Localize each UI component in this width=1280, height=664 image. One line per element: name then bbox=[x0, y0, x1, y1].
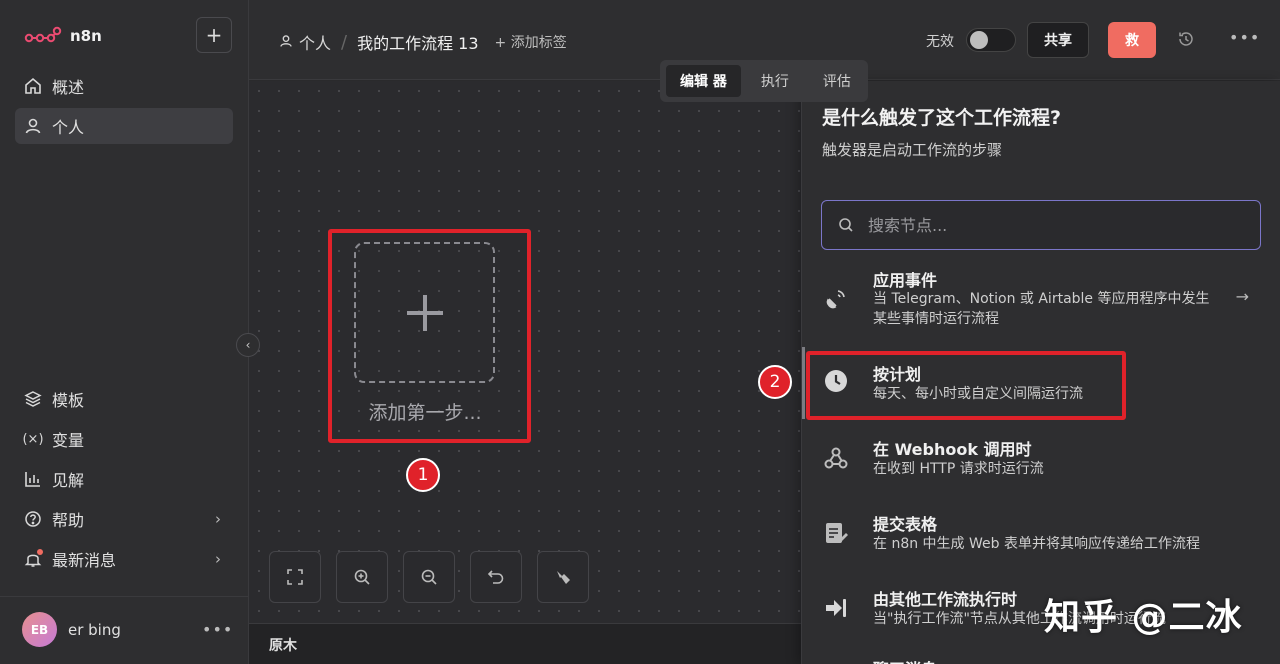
webhook-icon bbox=[822, 444, 850, 472]
tab-executions[interactable]: 执行 bbox=[747, 65, 803, 97]
user-icon bbox=[279, 33, 293, 52]
trigger-item-app-event[interactable]: 应用事件 当 Telegram、Notion 或 Airtable 等应用程序中… bbox=[802, 261, 1280, 333]
breadcrumb-project[interactable]: 个人 bbox=[299, 30, 331, 54]
trigger-item-webhook[interactable]: 在 Webhook 调用时 在收到 HTTP 请求时运行流 bbox=[802, 426, 1280, 486]
sidebar: n8n + 概述 个人 模板 (×) 变量 见解 帮助 › 最新消息 › EB … bbox=[0, 0, 249, 664]
user-icon bbox=[23, 116, 43, 136]
plus-icon: + bbox=[205, 23, 223, 47]
help-icon bbox=[23, 509, 43, 529]
sidebar-item-label: 最新消息 bbox=[52, 551, 117, 570]
app-name: n8n bbox=[70, 27, 102, 45]
sidebar-item-label: 见解 bbox=[52, 471, 85, 490]
workflow-title[interactable]: 我的工作流程 13 bbox=[357, 30, 478, 54]
item-title: 由其他工作流执行时 bbox=[873, 590, 1018, 609]
sidebar-item-label: 帮助 bbox=[52, 511, 85, 530]
tab-evaluations[interactable]: 评估 bbox=[809, 65, 865, 97]
save-button[interactable]: 救 bbox=[1108, 22, 1156, 58]
divider bbox=[0, 596, 249, 597]
create-button[interactable]: + bbox=[196, 17, 232, 53]
breadcrumb-separator: / bbox=[341, 31, 348, 53]
tab-editor[interactable]: 编辑 器 bbox=[666, 65, 741, 97]
user-menu[interactable]: EB er bing bbox=[22, 612, 121, 647]
view-tabs: 编辑 器 执行 评估 bbox=[660, 60, 868, 102]
add-tag-button[interactable]: + 添加标签 bbox=[495, 32, 567, 52]
n8n-logo-icon bbox=[24, 26, 62, 43]
variable-icon: (×) bbox=[22, 431, 44, 447]
zoom-in-button[interactable] bbox=[336, 551, 388, 603]
chart-icon bbox=[23, 469, 43, 489]
satellite-icon bbox=[822, 285, 850, 313]
item-description: 在收到 HTTP 请求时运行流 bbox=[873, 461, 1044, 477]
logs-bar[interactable]: 原木 bbox=[249, 623, 801, 664]
logs-label: 原木 bbox=[269, 638, 297, 654]
search-icon bbox=[839, 218, 853, 232]
sidebar-item-whats-new[interactable]: 最新消息 › bbox=[15, 541, 233, 577]
item-title: 应用事件 bbox=[873, 271, 938, 290]
sidebar-item-overview[interactable]: 概述 bbox=[15, 68, 233, 104]
bell-icon bbox=[23, 549, 43, 569]
panel-title: 是什么触发了这个工作流程? bbox=[822, 107, 1062, 129]
home-icon bbox=[23, 76, 43, 96]
watermark: 知乎 @二冰 bbox=[1044, 597, 1243, 638]
active-toggle[interactable] bbox=[966, 28, 1016, 52]
chevron-right-icon: › bbox=[215, 550, 221, 568]
item-description: 在 n8n 中生成 Web 表单并将其响应传递给工作流程 bbox=[873, 536, 1200, 552]
sign-in-icon bbox=[822, 594, 850, 622]
zoom-in-icon bbox=[354, 569, 370, 585]
panel-subtitle: 触发器是启动工作流的步骤 bbox=[822, 141, 1003, 159]
avatar: EB bbox=[22, 612, 57, 647]
template-icon bbox=[23, 389, 43, 409]
chevron-left-icon: ‹ bbox=[245, 338, 251, 352]
highlight-box-add-step bbox=[328, 229, 531, 443]
search-input[interactable] bbox=[868, 215, 1248, 235]
sidebar-item-variables[interactable]: (×) 变量 bbox=[15, 421, 233, 457]
collapse-sidebar-button[interactable]: ‹ bbox=[236, 333, 260, 357]
sidebar-item-templates[interactable]: 模板 bbox=[15, 381, 233, 417]
item-title: 聊天消息 bbox=[873, 656, 937, 664]
chevron-right-icon: › bbox=[215, 510, 221, 528]
share-button[interactable]: 共享 bbox=[1027, 22, 1089, 58]
zoom-out-icon bbox=[421, 569, 437, 585]
sidebar-item-help[interactable]: 帮助 › bbox=[15, 501, 233, 537]
fit-view-icon bbox=[287, 569, 303, 585]
active-status-label: 无效 bbox=[926, 34, 954, 50]
toggle-knob bbox=[970, 31, 988, 49]
trigger-item-chat[interactable]: 聊天消息 bbox=[802, 648, 1280, 664]
sidebar-item-label: 概述 bbox=[52, 78, 85, 97]
item-title: 在 Webhook 调用时 bbox=[873, 440, 1032, 459]
app-logo[interactable]: n8n bbox=[24, 26, 102, 46]
sidebar-item-personal[interactable]: 个人 bbox=[15, 108, 233, 144]
history-icon[interactable] bbox=[1177, 30, 1195, 52]
highlight-box-schedule bbox=[806, 351, 1126, 420]
annotation-badge-2: 2 bbox=[758, 365, 792, 399]
annotation-badge-1: 1 bbox=[406, 458, 440, 492]
user-name: er bing bbox=[68, 620, 121, 639]
sidebar-item-insights[interactable]: 见解 bbox=[15, 461, 233, 497]
item-description: 当 Telegram、Notion 或 Airtable 等应用程序中发生某些事… bbox=[873, 291, 1210, 327]
sidebar-item-label: 模板 bbox=[52, 391, 85, 410]
fit-view-button[interactable] bbox=[269, 551, 321, 603]
breadcrumb: 个人 / 我的工作流程 13 + 添加标签 bbox=[279, 30, 567, 54]
trigger-item-form[interactable]: 提交表格 在 n8n 中生成 Web 表单并将其响应传递给工作流程 bbox=[802, 501, 1280, 561]
item-title: 提交表格 bbox=[873, 515, 938, 534]
tidy-up-button[interactable] bbox=[537, 551, 589, 603]
undo-icon bbox=[487, 570, 504, 584]
node-search bbox=[821, 200, 1261, 250]
broom-icon bbox=[557, 571, 570, 584]
more-options-icon[interactable]: ••• bbox=[1229, 28, 1260, 47]
user-more-icon[interactable]: ••• bbox=[202, 620, 233, 639]
undo-button[interactable] bbox=[470, 551, 522, 603]
sidebar-item-label: 变量 bbox=[52, 431, 85, 450]
sidebar-item-label: 个人 bbox=[52, 118, 85, 137]
zoom-out-button[interactable] bbox=[403, 551, 455, 603]
arrow-right-icon: → bbox=[1235, 287, 1249, 306]
form-icon bbox=[822, 519, 850, 547]
